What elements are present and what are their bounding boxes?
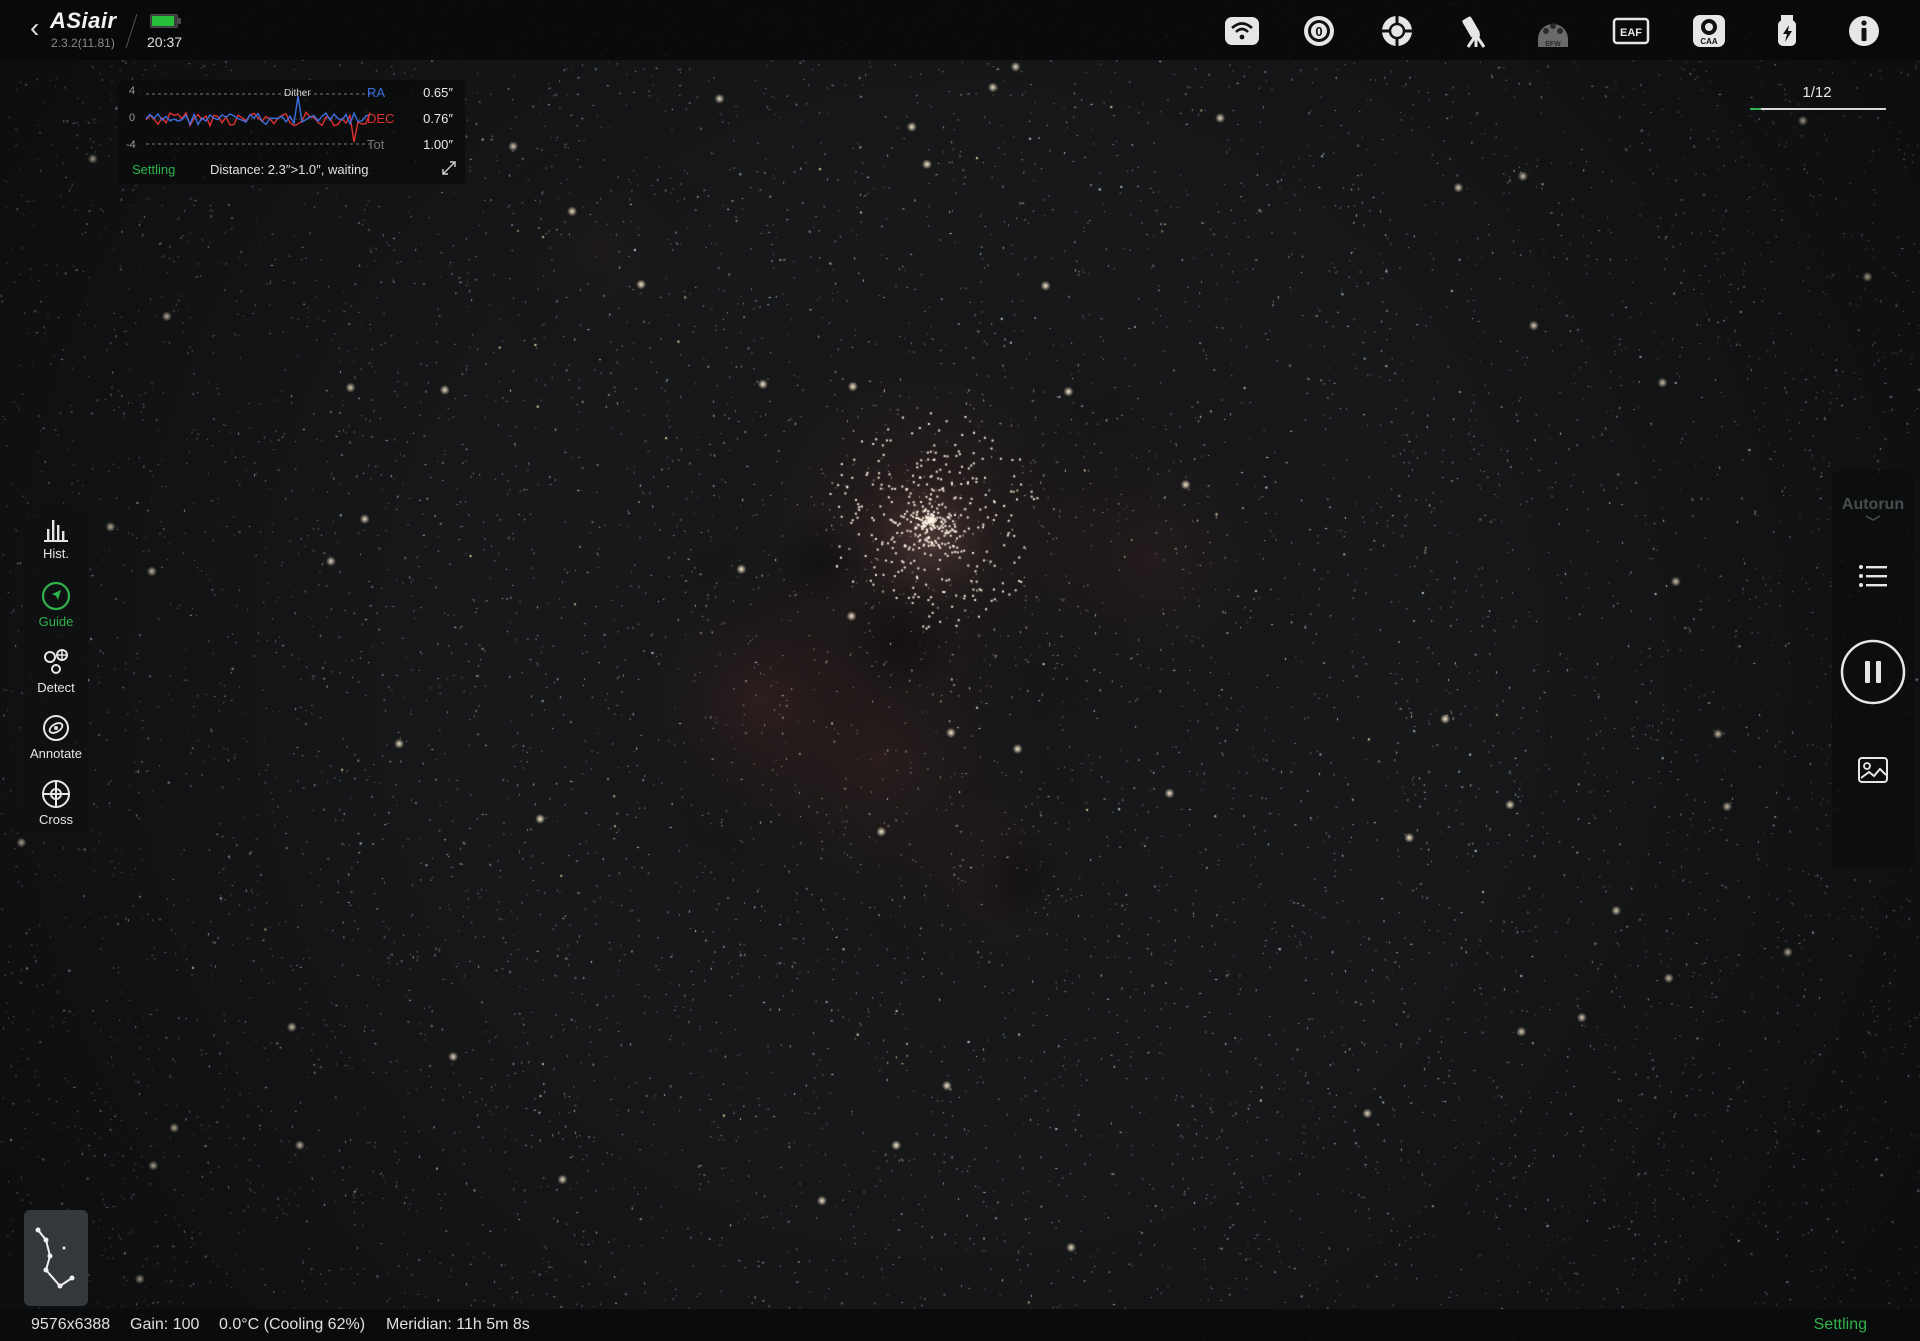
svg-text:CAA: CAA (1700, 37, 1718, 46)
top-bar: ‹ ASiair 2.3.2(11.81) 20:37 0 EFW EAF CA… (0, 0, 1920, 60)
guide-tool[interactable]: Guide (24, 572, 88, 634)
annotate-icon (43, 715, 69, 741)
power-icon[interactable] (1766, 10, 1808, 52)
guide-y-tick: -4 (126, 139, 136, 151)
guide-y-tick: 0 (129, 112, 136, 124)
tot-value: 1.00″ (423, 137, 453, 152)
list-button[interactable] (1853, 556, 1893, 596)
camera-gain: Gain: 100 (130, 1316, 200, 1333)
telescope-mount-icon[interactable] (1455, 10, 1497, 52)
svg-text:EAF: EAF (1620, 27, 1642, 39)
guide-status: Settling (132, 162, 176, 177)
hist-tool-label: Hist. (43, 546, 69, 561)
constellation-map-button[interactable] (24, 1210, 88, 1306)
guide-y-tick: 4 (129, 85, 136, 97)
focuser-icon[interactable]: EAF (1610, 10, 1652, 52)
info-icon[interactable] (1843, 10, 1885, 52)
app-logo: ASiair (50, 8, 117, 33)
astro-image[interactable] (0, 0, 1920, 1341)
frame-progress-bar (1750, 108, 1886, 110)
clock: 20:37 (147, 34, 183, 50)
autorun-title[interactable]: Autorun (1832, 496, 1914, 514)
dec-value: 0.76″ (423, 111, 453, 126)
guide-graph (145, 93, 371, 145)
image-preview-button[interactable] (1853, 750, 1893, 790)
dither-marker-label: Dither (284, 88, 311, 99)
detect-icon (44, 649, 68, 674)
meridian-countdown: Meridian: 11h 5m 8s (386, 1316, 530, 1333)
image-resolution: 9576x6388 (31, 1316, 111, 1333)
list-icon (1859, 565, 1887, 587)
app-version: 2.3.2(11.81) (51, 36, 115, 50)
detect-tool[interactable]: Detect (24, 638, 88, 700)
pause-button[interactable] (1839, 638, 1907, 706)
sensor-temperature: 0.0°C (Cooling 62%) (219, 1316, 366, 1333)
guide-scope-icon[interactable] (1376, 10, 1418, 52)
guide-graph-panel[interactable]: 4 0 -4 Dither RA DEC Tot 0.65″ 0.76″ 1.0… (118, 80, 465, 184)
hist-tool[interactable]: Hist. (24, 506, 88, 568)
left-toolbox: Hist. Guide Detect Annotate Cross (24, 506, 88, 834)
cross-tool-label: Cross (39, 812, 73, 827)
battery-icon (150, 14, 181, 28)
detect-tool-label: Detect (37, 680, 75, 695)
expand-icon[interactable] (441, 160, 457, 176)
ra-series-line (145, 95, 371, 127)
histogram-icon (44, 520, 68, 542)
crosshair-icon (42, 780, 70, 808)
frame-counter: 1/12 (1802, 84, 1832, 101)
ra-label: RA (367, 85, 386, 100)
run-state: Settling (1813, 1316, 1867, 1333)
tot-label: Tot (367, 137, 385, 152)
back-chevron-icon[interactable]: ‹ (30, 14, 50, 42)
annotate-tool[interactable]: Annotate (24, 704, 88, 766)
filter-wheel-icon[interactable]: EFW (1532, 10, 1574, 52)
guide-message: Distance: 2.3″>1.0″, waiting (210, 162, 369, 177)
rotator-icon[interactable]: CAA (1688, 10, 1730, 52)
constellation-icon (35, 1227, 75, 1289)
camera-icon[interactable]: 0 (1298, 10, 1340, 52)
autorun-panel: Autorun (1832, 470, 1914, 868)
chevron-down-icon[interactable] (1864, 514, 1882, 522)
svg-text:EFW: EFW (1545, 41, 1561, 48)
cross-tool[interactable]: Cross (24, 770, 88, 832)
guide-tool-label: Guide (38, 614, 74, 629)
divider (125, 14, 138, 48)
ra-value: 0.65″ (423, 85, 453, 100)
annotate-tool-label: Annotate (29, 746, 83, 761)
wifi-icon[interactable] (1221, 10, 1263, 52)
pause-icon (1840, 639, 1906, 705)
status-bar: 9576x6388 Gain: 100 0.0°C (Cooling 62%) … (0, 1309, 1920, 1341)
dec-label: DEC (367, 111, 395, 126)
guide-icon (41, 581, 71, 611)
svg-text:0: 0 (1315, 24, 1322, 39)
image-preview-icon (1858, 757, 1888, 783)
